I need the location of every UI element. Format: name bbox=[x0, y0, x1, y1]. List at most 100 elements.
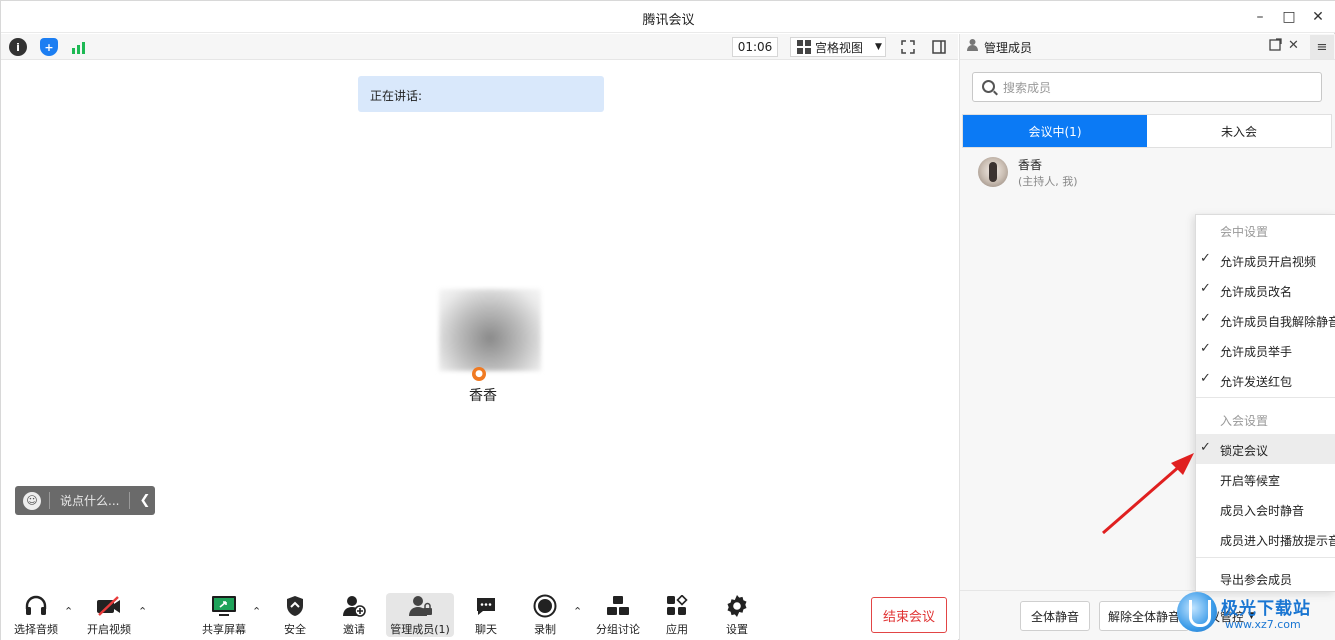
menu-item-label: 成员入会时静音 bbox=[1220, 504, 1305, 518]
menu-item-allow-rename[interactable]: ✓ 允许成员改名 bbox=[1196, 275, 1335, 305]
tab-in-meeting[interactable]: 会议中(1) bbox=[963, 115, 1147, 147]
share-screen-button[interactable]: 共享屏幕 bbox=[199, 593, 249, 637]
menu-section-header: 会中设置 bbox=[1196, 215, 1335, 245]
avatar bbox=[978, 157, 1008, 187]
panel-header: 管理成员 ✕ ≡ bbox=[960, 34, 1335, 60]
menu-item-allow-red-packet[interactable]: ✓ 允许发送红包 bbox=[1196, 365, 1335, 395]
security-label: 安全 bbox=[284, 623, 306, 636]
member-role: (主持人, 我) bbox=[1018, 175, 1078, 188]
breakout-button[interactable]: 分组讨论 bbox=[592, 593, 644, 637]
check-icon: ✓ bbox=[1200, 371, 1211, 386]
menu-item-label: 允许发送红包 bbox=[1220, 375, 1293, 389]
emoji-icon[interactable]: ☺ bbox=[23, 491, 41, 510]
close-panel-icon[interactable]: ✕ bbox=[1288, 38, 1299, 53]
check-icon: ✓ bbox=[1200, 281, 1211, 296]
share-options-chevron-icon[interactable]: ⌃ bbox=[252, 605, 261, 618]
audio-options-chevron-icon[interactable]: ⌃ bbox=[64, 605, 73, 618]
apps-button[interactable]: 应用 bbox=[657, 593, 697, 637]
participant-avatar bbox=[439, 289, 541, 371]
member-row[interactable]: 香香 (主持人, 我) bbox=[978, 156, 1318, 190]
speaking-indicator: 正在讲话: bbox=[358, 76, 604, 112]
watermark-url: www.xz7.com bbox=[1225, 618, 1301, 631]
audio-button[interactable]: 选择音频 bbox=[11, 593, 61, 637]
person-icon bbox=[966, 38, 979, 55]
signal-icon[interactable] bbox=[70, 38, 88, 56]
security-button[interactable]: 安全 bbox=[275, 593, 315, 637]
watermark-logo: 极光下载站 www.xz7.com bbox=[1177, 588, 1334, 638]
popout-icon[interactable] bbox=[1269, 38, 1282, 55]
record-options-chevron-icon[interactable]: ⌃ bbox=[573, 605, 582, 618]
dropdown-caret-icon: ▼ bbox=[875, 42, 882, 52]
menu-item-allow-video[interactable]: ✓ 允许成员开启视频 bbox=[1196, 245, 1335, 275]
divider bbox=[49, 492, 50, 509]
minimize-icon[interactable]: – bbox=[1246, 5, 1274, 29]
menu-item-waiting-room[interactable]: 开启等候室 bbox=[1196, 464, 1335, 494]
video-off-icon bbox=[95, 594, 123, 618]
participant-name: 香香 bbox=[469, 388, 497, 404]
invite-label: 邀请 bbox=[343, 623, 365, 636]
menu-item-lock-meeting[interactable]: ✓ 锁定会议 bbox=[1196, 434, 1335, 464]
chat-button[interactable]: 聊天 bbox=[466, 593, 506, 637]
mute-all-button[interactable]: 全体静音 bbox=[1020, 601, 1090, 631]
menu-item-label: 成员进入时播放提示音 bbox=[1220, 534, 1335, 548]
menu-item-join-sound[interactable]: 成员进入时播放提示音 bbox=[1196, 524, 1335, 554]
info-icon[interactable]: i bbox=[9, 38, 27, 56]
manage-members-button[interactable]: 管理成员(1) bbox=[386, 593, 454, 637]
menu-item-label: 开启等候室 bbox=[1220, 474, 1281, 488]
chat-label: 聊天 bbox=[475, 623, 497, 636]
collapse-chevron-icon[interactable]: ❮ bbox=[139, 493, 150, 508]
title-bar: 腾讯会议 – □ ✕ bbox=[1, 1, 1335, 33]
breakout-label: 分组讨论 bbox=[596, 623, 640, 636]
record-icon bbox=[533, 594, 557, 618]
meeting-control-menu: 会中设置 ✓ 允许成员开启视频 ✓ 允许成员改名 ✓ 允许成员自我解除静音 ✓ 允许成员… bbox=[1195, 214, 1335, 592]
panel-title: 管理成员 bbox=[984, 41, 1033, 55]
apps-label: 应用 bbox=[666, 623, 688, 636]
search-icon bbox=[982, 80, 995, 93]
window-title: 腾讯会议 bbox=[642, 13, 695, 28]
video-button[interactable]: 开启视频 bbox=[83, 593, 135, 637]
divider bbox=[129, 492, 131, 509]
record-label: 录制 bbox=[534, 623, 556, 636]
security-shield-icon[interactable]: + bbox=[40, 38, 58, 56]
menu-item-label: 导出参会成员 bbox=[1220, 573, 1293, 587]
members-icon bbox=[407, 594, 433, 618]
tab-not-joined[interactable]: 未入会 bbox=[1147, 115, 1331, 147]
audio-label: 选择音频 bbox=[14, 623, 58, 636]
menu-icon[interactable]: ≡ bbox=[1310, 35, 1334, 59]
check-icon: ✓ bbox=[1200, 341, 1211, 356]
check-icon: ✓ bbox=[1200, 251, 1211, 266]
menu-item-label: 允许成员改名 bbox=[1220, 285, 1293, 299]
invite-button[interactable]: 邀请 bbox=[334, 593, 374, 637]
grid-view-icon bbox=[797, 40, 811, 54]
menu-item-allow-raise-hand[interactable]: ✓ 允许成员举手 bbox=[1196, 335, 1335, 365]
member-name: 香香 bbox=[1018, 158, 1043, 172]
close-icon[interactable]: ✕ bbox=[1304, 5, 1332, 29]
apps-icon bbox=[666, 594, 688, 618]
video-stage: 正在讲话: ● 香香 ☺ 说点什么... ❮ bbox=[1, 61, 958, 589]
video-label: 开启视频 bbox=[87, 623, 131, 636]
menu-item-allow-self-unmute[interactable]: ✓ 允许成员自我解除静音 bbox=[1196, 305, 1335, 335]
maximize-icon[interactable]: □ bbox=[1275, 5, 1303, 29]
settings-button[interactable]: 设置 bbox=[717, 593, 757, 637]
menu-item-mute-on-join[interactable]: 成员入会时静音 bbox=[1196, 494, 1335, 524]
sidebar-toggle-icon[interactable] bbox=[929, 37, 949, 57]
quick-chat-box[interactable]: ☺ 说点什么... ❮ bbox=[15, 486, 155, 515]
search-members-input[interactable]: 搜索成员 bbox=[972, 72, 1322, 102]
manage-members-label: 管理成员(1) bbox=[390, 623, 450, 636]
menu-divider bbox=[1196, 557, 1335, 558]
video-options-chevron-icon[interactable]: ⌃ bbox=[138, 605, 147, 618]
end-meeting-button[interactable]: 结束会议 bbox=[871, 597, 947, 633]
check-icon: ✓ bbox=[1200, 440, 1211, 455]
shield-icon bbox=[285, 594, 305, 618]
chat-placeholder[interactable]: 说点什么... bbox=[60, 492, 119, 509]
invite-user-icon bbox=[342, 594, 366, 618]
member-tabs: 会议中(1) 未入会 bbox=[962, 114, 1332, 148]
record-button[interactable]: 录制 bbox=[525, 593, 565, 637]
fullscreen-icon[interactable] bbox=[898, 37, 918, 57]
share-screen-icon bbox=[211, 594, 237, 618]
unmute-all-button[interactable]: 解除全体静音 bbox=[1099, 601, 1189, 631]
view-mode-dropdown[interactable]: 宫格视图 ▼ bbox=[790, 37, 886, 57]
settings-label: 设置 bbox=[726, 623, 748, 636]
meeting-bottom-toolbar: 选择音频 ⌃ 开启视频 ⌃ 共享屏幕 ⌃ 安全 邀请 管理成员(1) 聊天 录制… bbox=[1, 589, 958, 640]
menu-section-header: 入会设置 bbox=[1196, 404, 1335, 434]
